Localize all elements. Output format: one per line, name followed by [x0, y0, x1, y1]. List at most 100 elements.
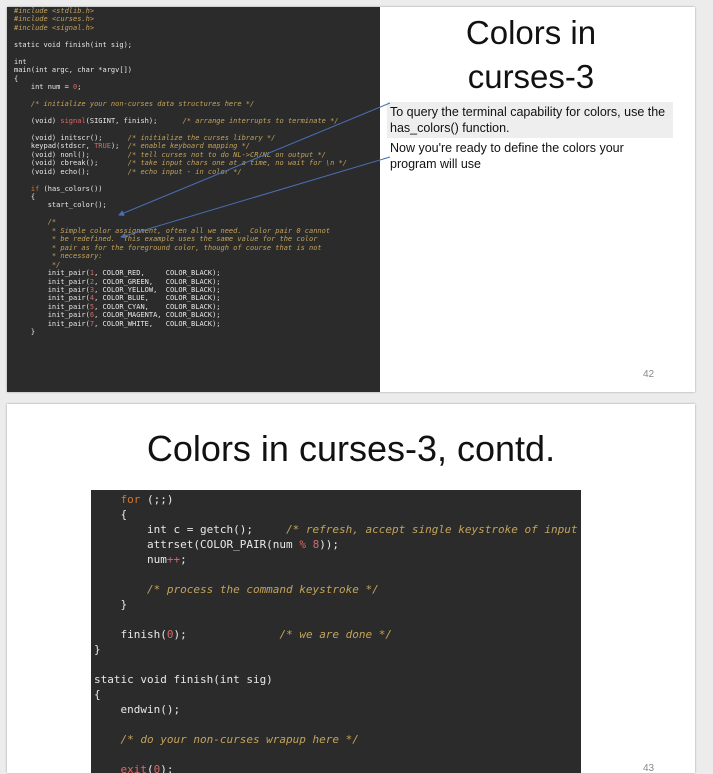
code-int-keyword: int — [14, 57, 27, 66]
code-brace: { — [94, 688, 101, 701]
code-separator: , — [94, 294, 103, 303]
code-endwin: endwin(); — [94, 703, 181, 716]
code-separator: , — [94, 269, 103, 278]
code-separator: , — [94, 311, 103, 320]
code-num: num — [94, 553, 167, 566]
code-init-pair-prefix: init_pair( — [14, 294, 90, 303]
note-has-colors: To query the terminal capability for col… — [387, 102, 673, 138]
code-comment-initscr: /* initialize the curses library */ — [127, 133, 276, 142]
code-start-color: start_color(); — [14, 201, 107, 210]
code-signal-call: signal — [60, 116, 86, 125]
code-init-pair-line: init_pair(4, COLOR_BLUE, COLOR_BLACK); — [14, 294, 221, 302]
code-exit-call: exit — [94, 763, 147, 773]
code-pair-background: COLOR_BLACK); — [165, 302, 221, 311]
code-comment-block: /* * Simple color assignment, often all … — [47, 218, 331, 269]
code-has-colors: (has_colors()) — [39, 184, 103, 193]
code-finish-definition: static void finish(int sig) — [94, 673, 273, 686]
code-init-pair-line: init_pair(2, COLOR_GREEN, COLOR_BLACK); — [14, 278, 221, 286]
code-pair-background: COLOR_BLACK); — [165, 277, 221, 286]
code-num-decl: int num = — [14, 83, 74, 92]
code-paren: ( — [146, 763, 154, 773]
code-pair-background: COLOR_BLACK); — [165, 269, 221, 278]
code-for-keyword: for — [94, 493, 141, 506]
code-comment-echo: /* echo input - in color */ — [127, 167, 242, 176]
page-number: 43 — [643, 763, 655, 774]
code-signal-prefix: (void) — [14, 116, 61, 125]
code-init-pair-prefix: init_pair( — [14, 302, 90, 311]
code-init-pair-line: init_pair(3, COLOR_YELLOW, COLOR_BLACK); — [14, 286, 221, 294]
code-pair-background: COLOR_BLACK); — [165, 319, 221, 328]
code-nonl: (void) nonl(); — [14, 150, 128, 159]
code-brace: } — [94, 643, 101, 656]
code-include-signal: #include <signal.h> — [14, 23, 95, 32]
code-include-stdlib: #include <stdlib.h> — [14, 7, 95, 15]
code-finish-decl: static void finish(int sig); — [14, 40, 133, 49]
code-keypad: keypad(stdscr, — [14, 142, 95, 151]
code-block-main: #include <stdlib.h> #include <curses.h> … — [7, 7, 380, 392]
code-init-pair-prefix: init_pair( — [14, 311, 90, 320]
code-include-curses: #include <curses.h> — [14, 15, 95, 24]
slide-43: Colors in curses-3, contd. for (;;) { in… — [7, 404, 695, 774]
code-keypad-end: ); — [110, 142, 128, 151]
slide-42: #include <stdlib.h> #include <curses.h> … — [7, 7, 695, 392]
code-separator: , — [94, 277, 103, 286]
code-for-rest: (;;) — [140, 493, 174, 506]
code-finish-end: ); — [173, 628, 280, 641]
code-init-pair-prefix: init_pair( — [14, 277, 90, 286]
slide-title-line1: Colors in — [465, 14, 597, 51]
code-init-pair-prefix: init_pair( — [14, 285, 90, 294]
note-define-colors: Now you're ready to define the colors yo… — [390, 141, 624, 171]
code-brace: { — [94, 508, 128, 521]
code-brace: } — [14, 328, 36, 337]
code-block-loop: for (;;) { int c = getch(); /* refresh, … — [91, 490, 581, 773]
code-comment-process: /* process the command keystroke */ — [94, 583, 379, 596]
code-pair-foreground: COLOR_BLUE, — [102, 294, 166, 303]
code-pair-foreground: COLOR_RED, — [102, 269, 166, 278]
code-init-pair-line: init_pair(5, COLOR_CYAN, COLOR_BLACK); — [14, 303, 221, 311]
code-comment-getch: /* refresh, accept single keystroke of i… — [286, 523, 581, 536]
code-init-pair-line: init_pair(1, COLOR_RED, COLOR_BLACK); — [14, 269, 221, 277]
code-brace: { — [14, 74, 19, 83]
code-exit-end: ); — [160, 763, 174, 773]
code-brace: { — [14, 192, 36, 201]
slide-title: Colors in curses-3, contd. — [146, 428, 556, 469]
code-getch: int c = getch(); — [94, 523, 287, 536]
code-attrset: attrset(COLOR_PAIR(num — [94, 538, 300, 551]
code-pair-foreground: COLOR_CYAN, — [102, 302, 166, 311]
code-increment: ++ — [166, 553, 181, 566]
code-semicolon: ; — [180, 553, 187, 566]
code-finish-call: finish( — [94, 628, 167, 641]
code-cbreak: (void) cbreak(); — [14, 159, 128, 168]
slide-title: Colors in curses-3 — [387, 11, 675, 99]
code-pair-foreground: COLOR_GREEN, — [102, 277, 166, 286]
page-number: 42 — [643, 369, 655, 380]
code-echo: (void) echo(); — [14, 167, 128, 176]
code-init-pair-prefix: init_pair( — [14, 269, 90, 278]
code-attrset-end: )); — [319, 538, 340, 551]
code-pair-background: COLOR_BLACK); — [165, 285, 221, 294]
code-init-pairs: init_pair(1, COLOR_RED, COLOR_BLACK); in… — [14, 269, 221, 328]
code-comment-done: /* we are done */ — [279, 628, 393, 641]
code-comment-init: /* initialize your non-curses data struc… — [14, 99, 255, 108]
code-if-keyword: if — [14, 184, 40, 193]
code-separator: , — [94, 319, 103, 328]
code-pair-background: COLOR_BLACK); — [165, 311, 221, 320]
code-semicolon: ; — [77, 83, 82, 92]
code-comment-cbreak: /* take input chars one at a time, no wa… — [127, 159, 347, 168]
code-pair-foreground: COLOR_WHITE, — [102, 319, 166, 328]
code-initscr: (void) initscr(); — [14, 133, 128, 142]
code-pair-foreground: COLOR_MAGENTA, — [102, 311, 166, 320]
code-modulo: % — [299, 538, 306, 551]
code-init-pair-prefix: init_pair( — [14, 319, 90, 328]
code-signal-args: (SIGINT, finish); — [85, 116, 183, 125]
code-init-pair-line: init_pair(7, COLOR_WHITE, COLOR_BLACK); — [14, 320, 221, 328]
code-separator: , — [94, 285, 103, 294]
code-true: TRUE — [94, 142, 111, 151]
code-separator: , — [94, 302, 103, 311]
code-init-pair-line: init_pair(6, COLOR_MAGENTA, COLOR_BLACK)… — [14, 311, 221, 319]
code-pair-foreground: COLOR_YELLOW, — [102, 285, 166, 294]
code-main-signature: main(int argc, char *argv[]) — [14, 66, 133, 75]
code-comment-keypad: /* enable keyboard mapping */ — [127, 142, 251, 151]
slide-title-line2: curses-3 — [467, 58, 595, 95]
